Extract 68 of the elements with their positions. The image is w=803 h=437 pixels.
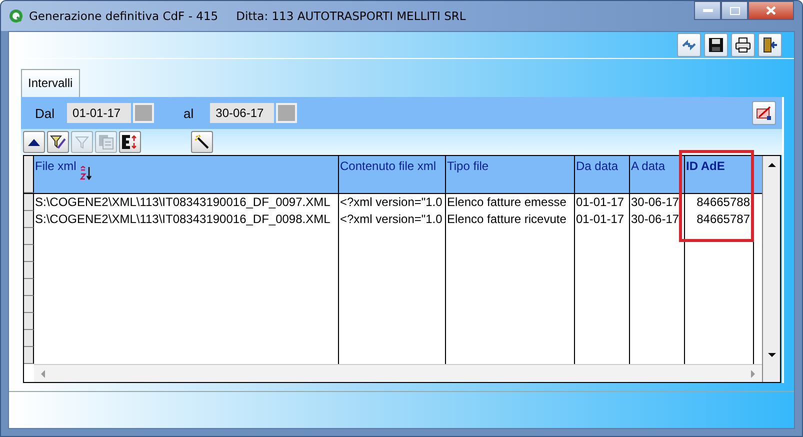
printer-icon: [735, 37, 751, 53]
table-cell: S:\COGENE2\XML\113\IT08343190016_DF_0097.XML: [34, 194, 339, 211]
refresh-arrows-icon: [681, 37, 697, 53]
horizontal-scrollbar[interactable]: [34, 364, 762, 382]
to-label: al: [184, 106, 194, 120]
row-indicator[interactable]: [24, 245, 34, 262]
filter-pencil-icon: [50, 134, 66, 150]
up-button[interactable]: [23, 131, 45, 153]
row-indicator[interactable]: [24, 313, 34, 330]
tab[interactable]: Intervalli: [21, 69, 80, 97]
company-name: Ditta: 113 AUTOTRASPORTI MELLITI SRL: [236, 9, 466, 23]
wand-button[interactable]: [191, 131, 213, 153]
table-cell: 30-06-17: [630, 211, 685, 228]
window-title: Generazione definitiva CdF - 415: [29, 9, 218, 23]
table-cell: 01-01-17: [575, 211, 630, 228]
row-indicator[interactable]: [24, 228, 34, 245]
close-icon: [766, 6, 776, 15]
column-header[interactable]: File xml: [34, 156, 339, 193]
table-cell: <?xml version="1.0: [339, 194, 446, 211]
table-cell: <?xml version="1.0: [339, 211, 446, 228]
scroll-down-icon[interactable]: [766, 350, 776, 360]
row-indicator[interactable]: [24, 296, 34, 313]
maximize-icon: [730, 6, 740, 14]
sign-button[interactable]: [752, 101, 776, 125]
copy-icon: [98, 134, 114, 150]
export-icon: [121, 134, 139, 150]
row-indicator[interactable]: [24, 279, 34, 296]
to-date-field[interactable]: 30-06-17: [210, 103, 274, 123]
header-filler: [754, 156, 762, 193]
table-cell: 01-01-17: [575, 194, 630, 211]
column-header[interactable]: Tipo file: [446, 156, 575, 193]
close-button[interactable]: [748, 1, 794, 20]
table-cell: Elenco fatture emesse: [446, 194, 575, 211]
export-button[interactable]: [119, 131, 141, 153]
print-button[interactable]: [731, 33, 755, 57]
column-header[interactable]: ID AdE: [685, 156, 754, 193]
exit-door-button[interactable]: [758, 33, 782, 57]
refresh-button[interactable]: [677, 33, 701, 57]
column-header[interactable]: Da data: [575, 156, 630, 193]
door-arrow-icon: [762, 37, 778, 53]
sort-icon: [80, 166, 92, 180]
magic-wand-icon: [194, 134, 210, 150]
app-logo-icon: [9, 9, 23, 23]
from-date-field[interactable]: 01-01-17: [66, 103, 131, 123]
save-button[interactable]: [704, 33, 728, 57]
row-indicator[interactable]: [24, 194, 34, 211]
row-indicator[interactable]: [24, 211, 34, 228]
table-cell: 84665788: [685, 194, 754, 211]
table-cell: Elenco fatture ricevute: [446, 211, 575, 228]
row-indicator[interactable]: [24, 262, 34, 279]
scroll-up-icon[interactable]: [766, 160, 776, 170]
table-cell: 30-06-17: [630, 194, 685, 211]
vertical-scrollbar[interactable]: [762, 156, 780, 382]
column-header[interactable]: A data: [630, 156, 685, 193]
column-header[interactable]: Contenuto file xml: [339, 156, 446, 193]
edit-filter-button[interactable]: [47, 131, 69, 153]
maximize-button[interactable]: [721, 1, 748, 20]
row-indicator[interactable]: [24, 330, 34, 347]
header-corner[interactable]: [24, 156, 34, 193]
minimize-button[interactable]: [694, 1, 721, 20]
table-cell: S:\COGENE2\XML\113\IT08343190016_DF_0098.XML: [34, 211, 339, 228]
filter-icon: [75, 135, 89, 149]
row-indicator[interactable]: [24, 347, 34, 364]
pen-card-icon: [756, 105, 772, 121]
from-label: Dal: [35, 106, 55, 120]
minimize-icon: [702, 8, 712, 12]
table-cell: 84665787: [685, 211, 754, 228]
scroll-right-icon[interactable]: [748, 368, 758, 378]
